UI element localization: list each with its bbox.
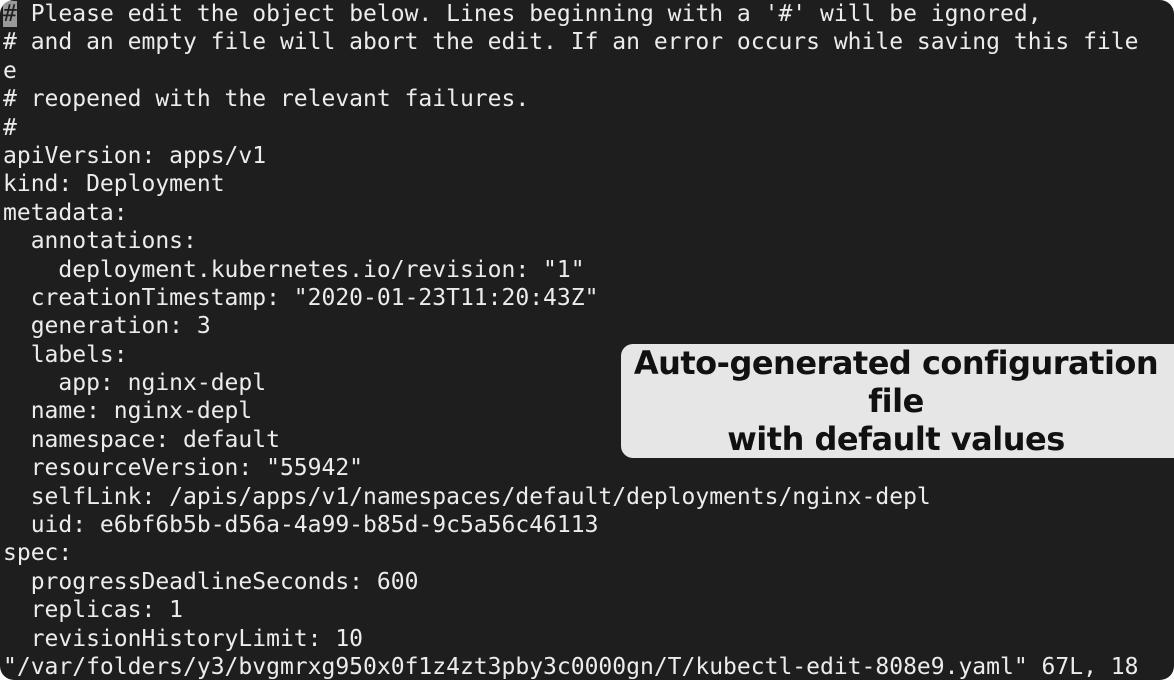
callout-text-line: Auto-generated configuration file <box>633 344 1159 420</box>
annotation-callout: Auto-generated configuration file with d… <box>621 344 1174 458</box>
vim-status-line: "/var/folders/y3/bvgmrxg950x0f1z4zt3pby3… <box>3 653 1139 680</box>
editor-line: metadata: <box>3 199 128 226</box>
editor-line: creationTimestamp: "2020-01-23T11:20:43Z… <box>3 284 599 311</box>
editor-line: annotations: <box>3 228 197 255</box>
editor-line: # reopened with the relevant failures. <box>3 86 530 113</box>
editor-line: # <box>3 114 17 141</box>
editor-line: # Please edit the object below. Lines be… <box>3 0 1174 28</box>
editor-line: e <box>3 57 17 84</box>
editor-line: replicas: 1 <box>3 597 184 624</box>
editor-line: kind: Deployment <box>3 171 225 198</box>
editor-line: selfLink: /apis/apps/v1/namespaces/defau… <box>3 483 931 510</box>
editor-line: # and an empty file will abort the edit.… <box>3 29 1139 56</box>
editor-line: deployment.kubernetes.io/revision: "1" <box>3 256 585 283</box>
vim-editor[interactable]: # Please edit the object below. Lines be… <box>3 0 1174 680</box>
editor-line-text: Please edit the object below. Lines begi… <box>16 1 1042 27</box>
editor-line: apiVersion: apps/v1 <box>3 142 267 169</box>
text-cursor: # <box>3 1 17 27</box>
terminal-window: # Please edit the object below. Lines be… <box>0 0 1174 680</box>
editor-line: resourceVersion: "55942" <box>3 455 364 482</box>
callout-text-line: with default values <box>727 420 1065 458</box>
editor-line: spec: <box>3 540 73 567</box>
editor-line: revisionHistoryLimit: 10 <box>3 625 364 652</box>
editor-line: uid: e6bf6b5b-d56a-4a99-b85d-9c5a56c4611… <box>3 512 599 539</box>
editor-line: generation: 3 <box>3 313 211 340</box>
editor-line: progressDeadlineSeconds: 600 <box>3 568 419 595</box>
